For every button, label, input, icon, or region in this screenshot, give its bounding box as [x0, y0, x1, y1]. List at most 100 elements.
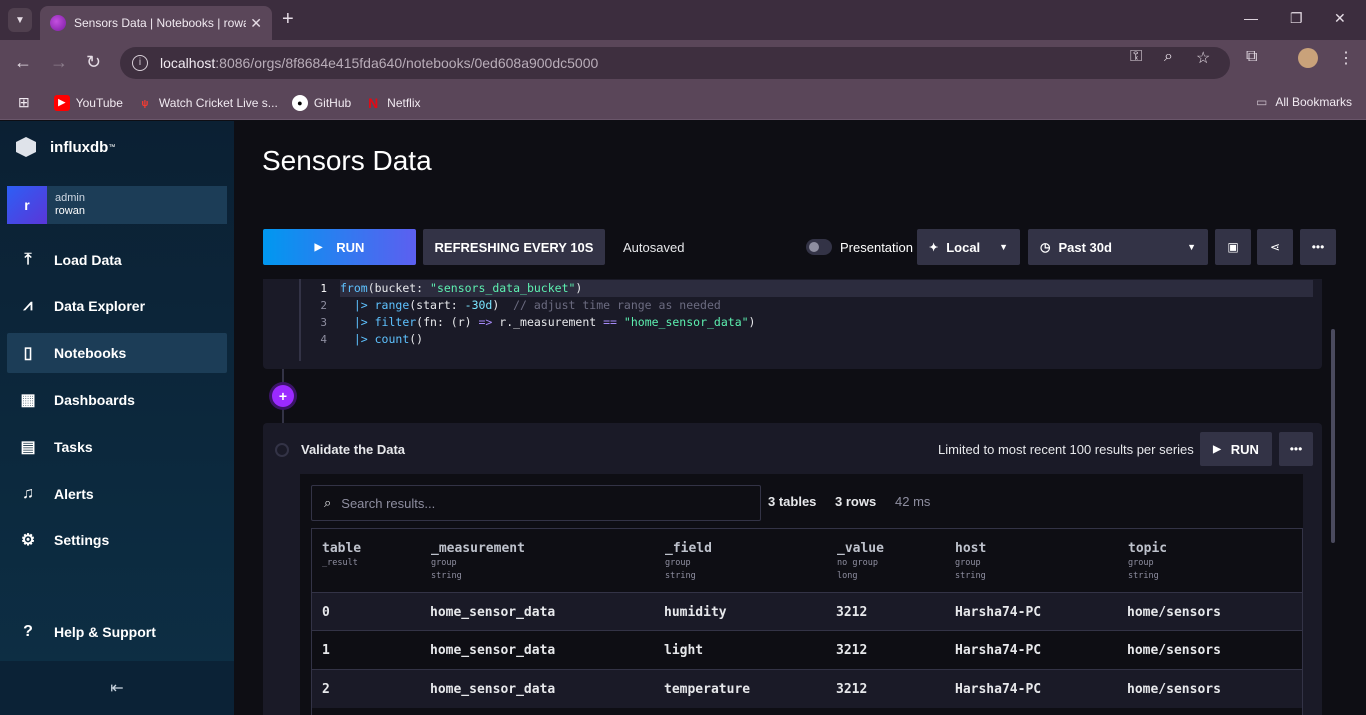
sidebar-item-settings[interactable]: ⚙ Settings: [7, 520, 227, 560]
table-cell: 3212: [836, 643, 868, 658]
browser-toolbar: ← → ↻ i localhost:8086/orgs/8f8684e415fd…: [0, 40, 1366, 86]
forward-icon[interactable]: →: [50, 52, 68, 73]
table-cell: home/sensors: [1127, 643, 1221, 658]
zoom-icon[interactable]: ⌕: [1164, 48, 1173, 66]
address-bar[interactable]: i localhost:8086/orgs/8f8684e415fda640/n…: [120, 47, 1230, 79]
column-header[interactable]: topic group string: [1128, 541, 1167, 582]
presentation-label: Presentation: [840, 240, 913, 255]
ellipsis-icon: •••: [1311, 240, 1325, 254]
cell-run-button[interactable]: ▶ RUN: [1200, 432, 1272, 466]
reload-icon[interactable]: ↻: [86, 52, 101, 73]
column-header[interactable]: table _result: [322, 541, 361, 571]
sidebar-item-notebooks[interactable]: ▯ Notebooks: [7, 333, 227, 373]
table-cell: 2: [322, 682, 330, 697]
calendar-icon: ▤: [20, 439, 36, 456]
line-number: 4: [320, 333, 327, 346]
youtube-icon: ▶: [53, 94, 70, 111]
extensions-icon[interactable]: ⧉: [1246, 48, 1257, 66]
chevron-down-icon: ▼: [1187, 242, 1196, 252]
minimize-icon[interactable]: —: [1244, 10, 1258, 26]
page-title[interactable]: Sensors Data: [262, 145, 432, 177]
user-widget[interactable]: r admin rowan: [7, 186, 227, 224]
query-editor[interactable]: 1 2 3 4 from(bucket: "sensors_data_bucke…: [263, 279, 1322, 369]
table-cell: light: [664, 643, 704, 658]
clock-icon: ◷: [1040, 240, 1051, 254]
table-cell: home_sensor_data: [430, 605, 556, 620]
time-range-dropdown[interactable]: ◷ Past 30d ▼: [1028, 229, 1208, 265]
sidebar-collapse-button[interactable]: ⇤: [0, 661, 234, 715]
presentation-toggle[interactable]: [806, 239, 832, 255]
notebook-main: Sensors Data ▶ RUN REFRESHING EVERY 10S …: [234, 121, 1366, 715]
column-header[interactable]: _measurement group string: [431, 541, 525, 582]
table-row: 1 home_sensor_data light 3212 Harsha74-P…: [312, 630, 1302, 669]
share-button[interactable]: ⋖: [1257, 229, 1293, 265]
refresh-interval-button[interactable]: REFRESHING EVERY 10S: [423, 229, 605, 265]
browser-tab[interactable]: Sensors Data | Notebooks | rowan ✕: [40, 6, 272, 40]
search-placeholder: Search results...: [341, 495, 436, 511]
page-scrollbar[interactable]: [1331, 329, 1335, 543]
cell-title[interactable]: Validate the Data: [301, 442, 405, 457]
play-icon: ▶: [314, 241, 323, 253]
sidebar-item-data-explorer[interactable]: ⩘ Data Explorer: [7, 286, 227, 326]
dashboard-icon: ▦: [20, 392, 36, 409]
results-panel: ⌕ Search results... 3 tables 3 rows 42 m…: [300, 474, 1303, 715]
bookmark-netflix[interactable]: N Netflix: [365, 95, 420, 111]
password-key-icon[interactable]: ⚿: [1130, 48, 1142, 66]
user-role: admin: [55, 192, 85, 204]
search-icon: ⌕: [324, 495, 332, 510]
all-bookmarks[interactable]: ▭ All Bookmarks: [1256, 95, 1352, 109]
column-header[interactable]: host group string: [955, 541, 986, 582]
bookmark-label: Netflix: [387, 95, 421, 110]
sidebar-item-tasks[interactable]: ▤ Tasks: [7, 427, 227, 467]
save-button[interactable]: ▣: [1215, 229, 1251, 265]
code-line[interactable]: |> range(start: -30d) // adjust time ran…: [340, 297, 1313, 314]
column-header[interactable]: _field group string: [665, 541, 712, 582]
row-count: 3 rows: [835, 494, 877, 509]
run-button[interactable]: ▶ RUN: [263, 229, 416, 265]
folder-icon: ▭: [1255, 95, 1268, 109]
search-input[interactable]: ⌕ Search results...: [311, 485, 761, 521]
tab-close-icon[interactable]: ✕: [250, 15, 262, 32]
timezone-dropdown[interactable]: ✦ Local ▼: [917, 229, 1020, 265]
more-options-button[interactable]: •••: [1300, 229, 1336, 265]
cell-more-button[interactable]: •••: [1279, 432, 1313, 466]
cell-indicator: [275, 443, 289, 457]
sidebar-item-help[interactable]: ? Help & Support: [7, 612, 227, 652]
table-count: 3 tables: [768, 494, 817, 509]
line-number: 3: [320, 316, 327, 329]
validate-cell: Validate the Data Limited to most recent…: [263, 423, 1322, 715]
bookmark-cricket[interactable]: ψ Watch Cricket Live s...: [137, 95, 278, 111]
bell-icon: ♫: [22, 485, 34, 502]
run-label: RUN: [336, 239, 365, 255]
sidebar-item-load-data[interactable]: ⤒ Load Data: [7, 240, 227, 280]
restore-icon[interactable]: ❐: [1290, 10, 1303, 27]
bookmark-star-icon[interactable]: ☆: [1196, 48, 1210, 68]
user-info: admin rowan: [55, 192, 85, 218]
window-close-icon[interactable]: ✕: [1334, 10, 1346, 27]
gear-icon: ⚙: [20, 532, 36, 549]
code-line[interactable]: |> count(): [340, 331, 1313, 348]
browser-menu-icon[interactable]: ⋮: [1338, 48, 1354, 68]
column-header[interactable]: _value no group long: [837, 541, 884, 582]
back-icon[interactable]: ←: [14, 52, 32, 73]
sidebar-item-dashboards[interactable]: ▦ Dashboards: [7, 380, 227, 420]
browser-tabbar: ▼ Sensors Data | Notebooks | rowan ✕ + —…: [0, 0, 1366, 40]
table-cell: Harsha74-PC: [955, 643, 1042, 658]
cell-run-label: RUN: [1230, 441, 1259, 457]
code-line[interactable]: |> filter(fn: (r) => r._measurement == "…: [340, 314, 1313, 331]
table-cell: Harsha74-PC: [955, 605, 1042, 620]
apps-grid-icon[interactable]: ⊞: [18, 94, 30, 111]
influxdb-logo[interactable]: influxdb ™: [16, 137, 115, 157]
bookmark-github[interactable]: ● GitHub: [291, 94, 351, 111]
sidebar-item-alerts[interactable]: ♫ Alerts: [7, 474, 227, 514]
tab-search-button[interactable]: ▼: [8, 8, 32, 32]
profile-avatar[interactable]: [1298, 48, 1318, 68]
new-tab-icon[interactable]: +: [282, 8, 294, 31]
code-line[interactable]: from(bucket: "sensors_data_bucket"): [340, 280, 1313, 297]
netflix-icon: N: [368, 94, 379, 111]
bookmark-youtube[interactable]: ▶ YouTube: [53, 94, 123, 111]
upload-icon: ⤒: [24, 251, 32, 268]
site-info-icon[interactable]: i: [132, 55, 148, 71]
table-cell: home_sensor_data: [430, 643, 556, 658]
add-cell-button[interactable]: +: [272, 385, 294, 407]
